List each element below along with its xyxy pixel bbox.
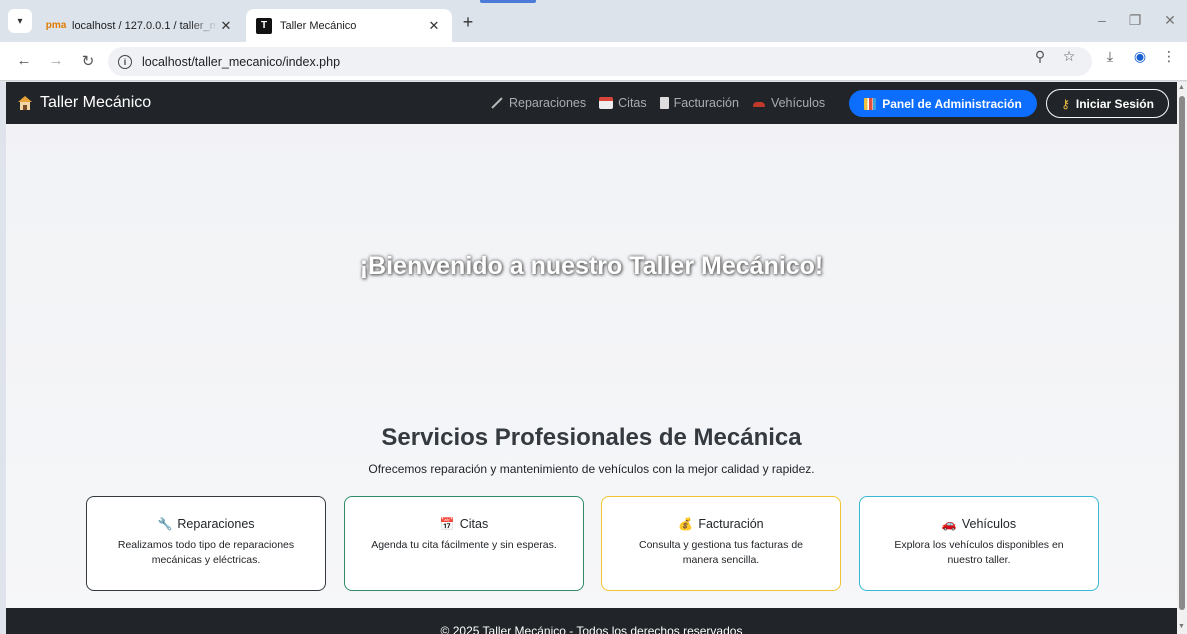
browser-tab-bar: ▾ pma localhost / 127.0.0.1 / taller_me … <box>0 0 1187 42</box>
card-title: Citas <box>459 517 489 531</box>
card-title: Facturación <box>698 517 764 531</box>
login-button-label: Iniciar Sesión <box>1075 96 1154 111</box>
nav-reparaciones[interactable]: Reparaciones <box>490 96 586 110</box>
nav-citas[interactable]: Citas <box>599 96 647 110</box>
card-text: Agenda tu cita fácilmente y sin esperas. <box>371 539 557 551</box>
minimize-icon[interactable]: – <box>1092 12 1112 28</box>
close-tab-icon[interactable]: ✕ <box>426 18 442 34</box>
nav-label: Vehículos <box>770 96 826 110</box>
close-window-icon[interactable]: ✕ <box>1160 12 1180 29</box>
tab-search-button[interactable]: ▾ <box>8 9 32 33</box>
wrench-icon <box>490 97 504 109</box>
forward-icon[interactable]: → <box>46 52 66 69</box>
calendar-icon <box>599 97 614 109</box>
reload-icon[interactable]: ↻ <box>78 52 98 70</box>
hero-title: ¡Bienvenido a nuestro Taller Mecánico! <box>359 252 824 280</box>
car-icon <box>752 97 766 109</box>
back-icon[interactable]: ← <box>14 52 34 69</box>
calendar-icon: 📅 <box>439 517 455 531</box>
scrollbar-thumb[interactable] <box>1179 96 1185 610</box>
nav-label: Facturación <box>673 96 739 110</box>
service-card-vehiculos: 🚗 Vehículos Explora los vehículos disponi… <box>859 496 1099 591</box>
brand-text: Taller Mecánico <box>40 94 152 111</box>
nav-facturacion[interactable]: Facturación <box>659 96 739 110</box>
service-card-reparaciones: 🔧 Reparaciones Realizamos todo tipo de re… <box>86 496 326 591</box>
site-navbar: Taller Mecánico Reparaciones Citas Factu… <box>6 82 1177 124</box>
nav-label: Reparaciones <box>509 96 587 110</box>
card-text: Explora los vehículos disponibles en nue… <box>894 539 1064 566</box>
site-footer: © 2025 Taller Mecánico - Todos los derec… <box>6 608 1177 634</box>
address-bar[interactable]: i localhost/taller_mecanico/index.php <box>108 47 1092 76</box>
menu-kebab-icon[interactable]: ⋮ <box>1160 48 1178 65</box>
brand-link[interactable]: Taller Mecánico <box>18 94 151 112</box>
browser-toolbar: ← → ↻ i localhost/taller_mecanico/index.… <box>0 42 1187 81</box>
profile-icon[interactable]: ◉ <box>1131 48 1149 65</box>
service-card-citas: 📅 Citas Agenda tu cita fácilmente y sin e… <box>344 496 584 591</box>
scroll-down-icon[interactable]: ▼ <box>1178 623 1185 630</box>
money-bag-icon: 💰 <box>678 517 694 531</box>
vertical-scrollbar[interactable]: ▲ ▼ <box>1177 82 1187 634</box>
close-tab-icon[interactable]: ✕ <box>218 18 234 34</box>
tab-title: Taller Mecánico <box>280 19 357 32</box>
card-title: Reparaciones <box>177 517 255 531</box>
restore-icon[interactable]: ❐ <box>1125 12 1145 29</box>
site-info-icon[interactable]: i <box>118 54 132 69</box>
car-icon: 🚗 <box>941 517 957 531</box>
url-text: localhost/taller_mecanico/index.php <box>142 54 341 69</box>
section-title: Servicios Profesionales de Mecánica <box>381 424 802 451</box>
footer-text: © 2025 Taller Mecánico - Todos los derec… <box>440 624 743 634</box>
new-tab-button[interactable]: + <box>458 12 478 33</box>
service-card-facturacion: 💰 Facturación Consulta y gestiona tus fac… <box>601 496 841 591</box>
bar-chart-icon <box>864 97 877 110</box>
document-icon <box>659 97 669 109</box>
wrench-icon: 🔧 <box>157 517 173 531</box>
download-icon[interactable]: ⤓ <box>1101 48 1119 65</box>
card-text: Realizamos todo tipo de reparaciones mec… <box>117 539 295 566</box>
bookmark-star-icon[interactable]: ☆ <box>1060 48 1078 65</box>
nav-label: Citas <box>618 96 647 110</box>
admin-button-label: Panel de Administración <box>882 96 1022 111</box>
scroll-up-icon[interactable]: ▲ <box>1178 84 1185 91</box>
login-button[interactable]: ⚷ Iniciar Sesión <box>1046 89 1169 118</box>
tab-taller-mecanico[interactable]: T Taller Mecánico ✕ <box>246 9 452 42</box>
page-viewport: Taller Mecánico Reparaciones Citas Factu… <box>6 82 1177 634</box>
card-title: Vehículos <box>961 517 1017 531</box>
nav-links: Reparaciones Citas Facturación Vehículos <box>490 96 838 110</box>
tab-title: localhost / 127.0.0.1 / taller_me <box>72 19 218 32</box>
phpmyadmin-icon: pma <box>45 20 67 31</box>
tab-phpmyadmin[interactable]: pma localhost / 127.0.0.1 / taller_me ✕ <box>38 9 244 42</box>
house-icon <box>18 96 32 110</box>
admin-panel-button[interactable]: Panel de Administración <box>849 90 1037 117</box>
tab-group-indicator <box>480 0 536 3</box>
taller-icon: T <box>256 17 272 34</box>
nav-vehiculos[interactable]: Vehículos <box>752 96 825 110</box>
zoom-icon[interactable]: ⚲ <box>1031 48 1049 65</box>
section-subtitle: Ofrecemos reparación y mantenimiento de … <box>368 462 815 476</box>
card-text: Consulta y gestiona tus facturas de mane… <box>638 539 803 566</box>
key-icon: ⚷ <box>1061 96 1070 111</box>
